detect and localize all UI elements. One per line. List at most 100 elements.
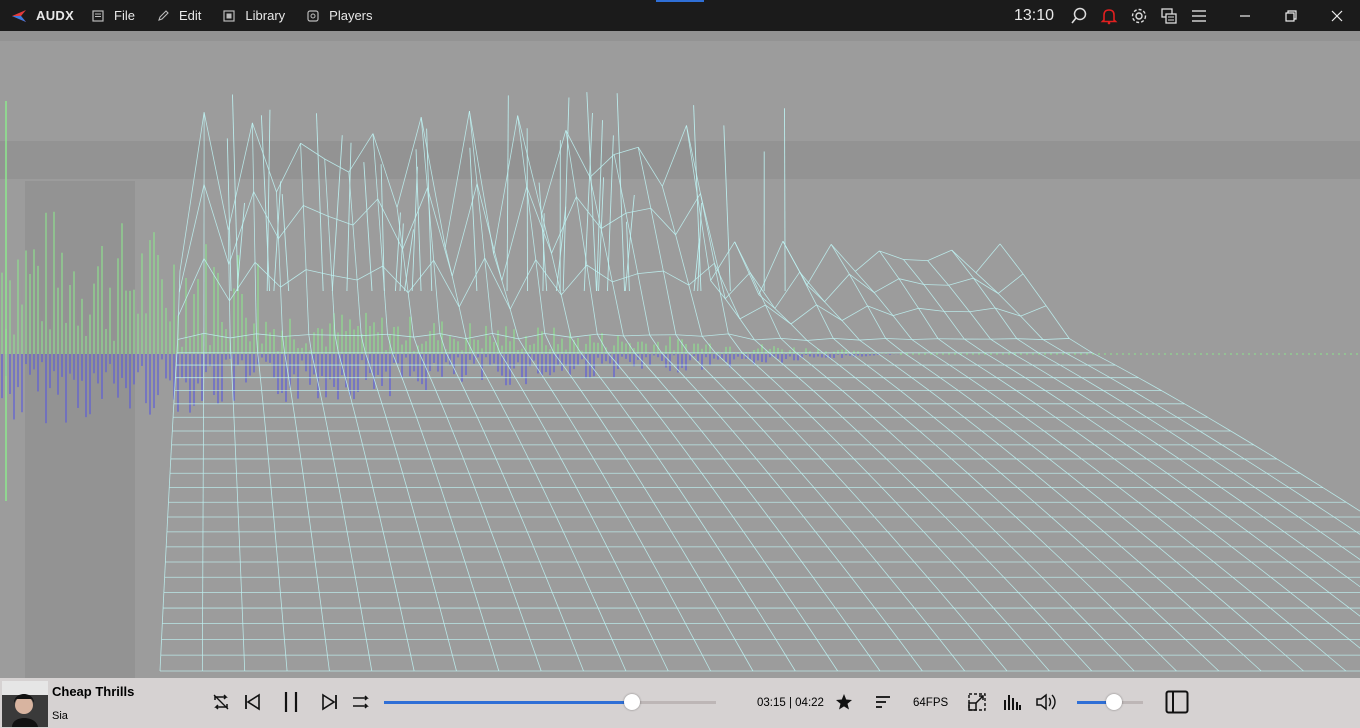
mesh-line	[1087, 364, 1111, 379]
resize-button[interactable]	[965, 690, 989, 714]
volume-button[interactable]	[1034, 690, 1058, 714]
repeat-button[interactable]	[209, 690, 233, 714]
mesh-line	[911, 377, 930, 391]
notifications-button[interactable]	[1094, 0, 1124, 31]
mesh-line	[834, 472, 849, 488]
mesh-line	[535, 473, 543, 488]
mesh-line	[675, 334, 703, 337]
mesh-line	[1106, 430, 1127, 446]
mesh-line	[994, 416, 1014, 432]
mesh-line	[420, 430, 427, 446]
search-button[interactable]	[1064, 0, 1094, 31]
mesh-line	[702, 333, 729, 337]
mesh-line	[1103, 501, 1123, 518]
mesh-line	[1047, 623, 1063, 640]
mesh-line	[418, 531, 424, 547]
mesh-line	[551, 390, 561, 405]
mesh-line	[826, 654, 838, 672]
sort-button[interactable]	[871, 690, 895, 714]
shuffle-icon	[353, 695, 369, 709]
mesh-line	[1172, 501, 1193, 518]
mesh-line	[785, 592, 797, 609]
mesh-line	[234, 430, 236, 445]
mesh-line	[430, 458, 437, 474]
mesh-line	[785, 654, 796, 672]
mesh-line	[867, 305, 887, 339]
settings-button[interactable]	[1124, 0, 1154, 31]
mesh-line	[700, 364, 714, 378]
mesh-line	[707, 531, 718, 548]
restore-button[interactable]	[1268, 0, 1314, 31]
menu-edit[interactable]: Edit	[157, 8, 201, 23]
mesh-line	[744, 444, 757, 460]
mesh-line	[685, 623, 695, 640]
mesh-line	[1134, 592, 1153, 609]
mesh-line	[909, 516, 925, 533]
mesh-line	[240, 577, 242, 593]
mesh-line	[1299, 472, 1324, 488]
mesh-line	[862, 592, 876, 609]
mesh-line	[1288, 561, 1310, 578]
album-art[interactable]	[2, 681, 48, 727]
mesh-line	[977, 364, 998, 379]
mesh-line	[767, 472, 781, 488]
mesh-line	[806, 244, 832, 286]
mesh-spike	[394, 212, 401, 292]
mesh-line	[686, 125, 701, 194]
mesh-line	[1032, 364, 1054, 379]
mesh-line	[327, 216, 332, 276]
main-menu-button[interactable]	[1184, 0, 1214, 31]
mesh-line	[923, 284, 945, 312]
mesh-line	[783, 364, 799, 378]
seek-handle[interactable]	[623, 694, 640, 710]
minimize-button[interactable]	[1222, 0, 1268, 31]
close-button[interactable]	[1314, 0, 1360, 31]
mesh-line	[887, 403, 904, 418]
mesh-line	[1047, 546, 1065, 563]
mesh-line	[166, 516, 169, 532]
mesh-line	[1175, 531, 1196, 548]
mesh-line	[233, 417, 235, 431]
mesh-line	[653, 502, 663, 518]
mesh-line	[754, 337, 781, 341]
mesh-line	[644, 623, 654, 640]
favorite-button[interactable]	[832, 690, 856, 714]
mesh-line	[885, 338, 912, 340]
menu-file[interactable]: File	[92, 8, 135, 23]
clock: 13:10	[1013, 6, 1054, 24]
mesh-line	[1268, 546, 1289, 563]
equalizer-button[interactable]	[1000, 690, 1024, 714]
mesh-line	[493, 390, 502, 405]
mesh-line	[1004, 364, 1026, 379]
mesh-line	[162, 592, 165, 609]
mesh-line	[292, 403, 296, 418]
mesh-line	[1042, 338, 1070, 340]
mesh-line	[993, 654, 1008, 672]
mesh-line	[788, 458, 802, 474]
pause-button[interactable]	[279, 690, 303, 714]
mesh-line	[1121, 546, 1140, 563]
mesh-line	[445, 352, 453, 366]
seek-bar[interactable]	[384, 701, 716, 704]
volume-handle[interactable]	[1105, 694, 1122, 710]
previous-button[interactable]	[240, 690, 264, 714]
mesh-line	[964, 338, 985, 354]
mesh-line	[741, 377, 756, 391]
mesh-line	[377, 390, 383, 404]
mesh-line	[239, 561, 242, 578]
mesh-line	[758, 241, 784, 295]
mesh-line	[282, 334, 309, 337]
menu-players[interactable]: Players	[307, 8, 373, 23]
mesh-line	[919, 430, 936, 446]
mesh-line	[725, 390, 739, 405]
layout-button[interactable]	[1154, 0, 1184, 31]
shuffle-button[interactable]	[349, 690, 373, 714]
menu-library[interactable]: Library	[223, 8, 285, 23]
mesh-line	[474, 487, 481, 503]
sidebar-toggle-button[interactable]	[1164, 689, 1190, 715]
mesh-line	[1115, 364, 1139, 379]
mesh-line	[1018, 592, 1034, 609]
mesh-line	[900, 546, 915, 563]
next-button[interactable]	[318, 690, 342, 714]
mesh-line	[1010, 546, 1027, 563]
